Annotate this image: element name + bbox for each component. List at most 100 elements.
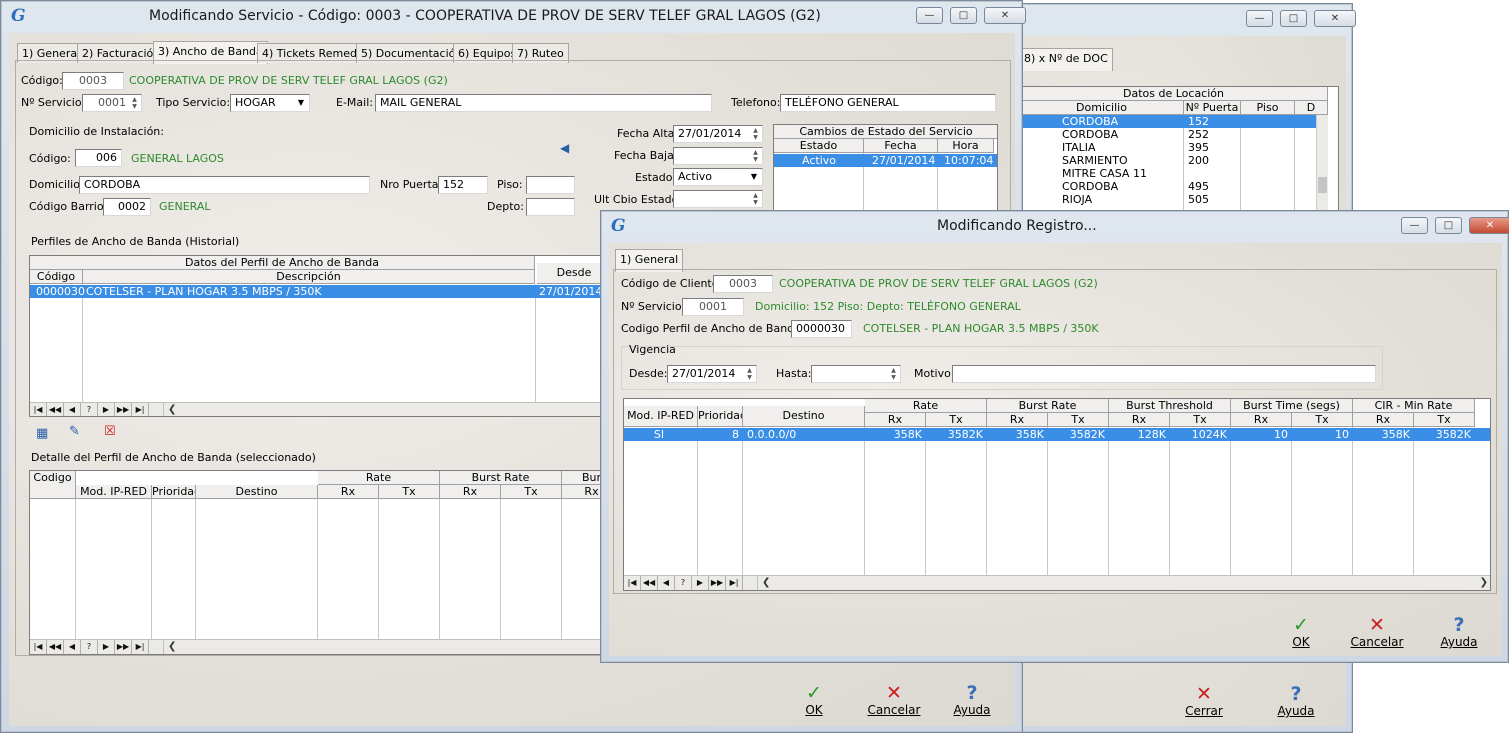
detalle-grid[interactable]: Codigo Mod. IP-RED Prioridad Destino Rat… [29, 470, 609, 655]
close-button[interactable]: ✕ [984, 7, 1026, 24]
perfil-field[interactable]: 0000030 [791, 320, 852, 338]
chevron-right-icon[interactable]: ❯ [1480, 576, 1488, 590]
barrio-field[interactable]: 0002 [103, 198, 151, 216]
minimize-button[interactable]: — [916, 7, 943, 24]
domicilio-field[interactable]: CORDOBA [79, 176, 370, 194]
spin-icon[interactable]: ▲ ▼ [750, 149, 761, 163]
prev-page-icon[interactable]: ◀◀ [641, 576, 658, 590]
cancelar-label: Cancelar [1350, 635, 1404, 649]
tab-doc[interactable]: 8) x Nº de DOC [1019, 48, 1113, 71]
help-button[interactable]: ? Ayuda [947, 683, 997, 717]
cambios-grid[interactable]: Cambios de Estado del Servicio Estado Fe… [773, 124, 998, 214]
save-icon[interactable]: ▦ [36, 426, 48, 441]
next-page-icon[interactable]: ▶▶ [115, 403, 132, 416]
cancel-button[interactable]: ✕ Cancelar [867, 683, 921, 717]
perfiles-group-header: Datos del Perfil de Ancho de Banda [30, 256, 535, 270]
desde-field[interactable]: 27/01/2014 ▲ ▼ [667, 365, 757, 383]
vertical-scrollbar[interactable] [1316, 115, 1328, 212]
maximize-button[interactable]: □ [1280, 10, 1307, 27]
search-icon[interactable]: ? [81, 640, 98, 654]
hasta-field[interactable]: ▲ ▼ [811, 365, 901, 383]
barrio-label: Código Barrio: [29, 200, 108, 213]
prev-record-icon[interactable]: ◀ [658, 576, 675, 590]
search-icon[interactable]: ? [675, 576, 692, 590]
col-estado: Estado [774, 139, 864, 153]
col-destino: Destino [196, 485, 318, 499]
close-button[interactable]: ✕ [1314, 10, 1356, 27]
scroll-thumb[interactable] [1318, 177, 1327, 193]
estado-select[interactable]: Activo ▼ [673, 168, 763, 186]
delete-icon[interactable]: ☒ [104, 424, 116, 439]
horizontal-scrollbar[interactable]: ❮ [163, 640, 608, 654]
next-record-icon[interactable]: ▶ [98, 640, 115, 654]
chevron-down-icon[interactable]: ▼ [747, 170, 761, 184]
grid-col-line [75, 499, 76, 639]
first-record-icon[interactable]: |◀ [30, 640, 47, 654]
row-domicilio: CORDOBA [1062, 128, 1119, 141]
first-record-icon[interactable]: |◀ [30, 403, 47, 416]
locacion-grid[interactable]: Datos de Locación Domicilio Nº Puerta Pi… [1019, 86, 1339, 213]
piso-field[interactable] [526, 176, 575, 194]
tipo-value: HOGAR [235, 96, 276, 109]
maximize-button[interactable]: □ [950, 7, 977, 24]
dlg-col-12: Tx [1414, 413, 1475, 427]
nservicio-field[interactable]: 0001 [682, 298, 744, 316]
maximize-button[interactable]: □ [1435, 217, 1462, 234]
email-field[interactable]: MAIL GENERAL [375, 94, 712, 112]
telefono-field[interactable]: TELÉFONO GENERAL [780, 94, 996, 112]
cambios-title: Cambios de Estado del Servicio [774, 125, 997, 139]
nservicio-value: 0001 [98, 96, 126, 109]
cliente-field[interactable]: 0003 [713, 275, 773, 293]
spin-icon[interactable]: ▲ ▼ [744, 367, 755, 381]
tipo-select[interactable]: HOGAR ▼ [230, 94, 310, 112]
last-record-icon[interactable]: ▶| [132, 403, 149, 416]
close-button[interactable]: ✕ [1469, 217, 1509, 234]
perfiles-grid[interactable]: Datos del Perfil de Ancho de Banda Códig… [29, 255, 609, 417]
depto-field[interactable] [526, 198, 575, 216]
codigo-label: Código: [21, 74, 63, 87]
next-page-icon[interactable]: ▶▶ [115, 640, 132, 654]
codigo-field[interactable]: 0003 [62, 72, 124, 90]
last-record-icon[interactable]: ▶| [726, 576, 743, 590]
minimize-button[interactable]: — [1401, 217, 1428, 234]
motivo-field[interactable] [952, 365, 1376, 383]
search-icon[interactable]: ? [81, 403, 98, 416]
next-page-icon[interactable]: ▶▶ [709, 576, 726, 590]
cerrar-button[interactable]: ✕ Cerrar [1179, 684, 1229, 718]
spin-icon[interactable]: ▲ ▼ [129, 96, 140, 110]
prev-page-icon[interactable]: ◀◀ [47, 403, 64, 416]
nro-puerta-field[interactable]: 152 [438, 176, 488, 194]
prev-record-icon[interactable]: ◀ [64, 403, 81, 416]
prev-record-icon[interactable]: ◀ [64, 640, 81, 654]
ok-button[interactable]: ✓ OK [1281, 615, 1321, 649]
edit-icon[interactable]: ✎ [69, 424, 80, 439]
rates-grid[interactable]: Rate Burst Rate Burst Threshold Burst Time … [623, 398, 1491, 591]
arrow-left-icon[interactable]: ◀ [560, 141, 569, 155]
dlg-cell-0: SI [653, 428, 665, 441]
prev-page-icon[interactable]: ◀◀ [47, 640, 64, 654]
horizontal-scrollbar[interactable]: ❮ [163, 403, 608, 416]
minimize-button[interactable]: — [1246, 10, 1273, 27]
grid-col-line [1108, 427, 1109, 575]
next-record-icon[interactable]: ▶ [98, 403, 115, 416]
piso-label: Piso: [497, 178, 523, 191]
fecha-baja-field[interactable]: ▲ ▼ [673, 147, 763, 165]
first-record-icon[interactable]: |◀ [624, 576, 641, 590]
ayuda-button[interactable]: ? Ayuda [1271, 684, 1321, 718]
ult-cbio-field[interactable]: ▲ ▼ [673, 190, 763, 208]
horizontal-scrollbar[interactable]: ❮ ❯ [757, 576, 1490, 590]
nservicio-field[interactable]: 0001 ▲ ▼ [82, 94, 142, 112]
codigo2-field[interactable]: 006 [75, 149, 122, 167]
fecha-alta-field[interactable]: 27/01/2014 ▲ ▼ [673, 125, 763, 143]
spin-icon[interactable]: ▲ ▼ [750, 127, 761, 141]
last-record-icon[interactable]: ▶| [132, 640, 149, 654]
chevron-down-icon[interactable]: ▼ [294, 96, 308, 110]
spin-icon[interactable]: ▲ ▼ [888, 367, 899, 381]
row-puerta: 200 [1188, 154, 1209, 167]
help-button[interactable]: ? Ayuda [1434, 615, 1484, 649]
next-record-icon[interactable]: ▶ [692, 576, 709, 590]
cancel-button[interactable]: ✕ Cancelar [1349, 615, 1405, 649]
nservicio-label: Nº Servicio: [621, 300, 686, 313]
ok-button[interactable]: ✓ OK [794, 683, 834, 717]
spin-icon[interactable]: ▲ ▼ [750, 192, 761, 206]
